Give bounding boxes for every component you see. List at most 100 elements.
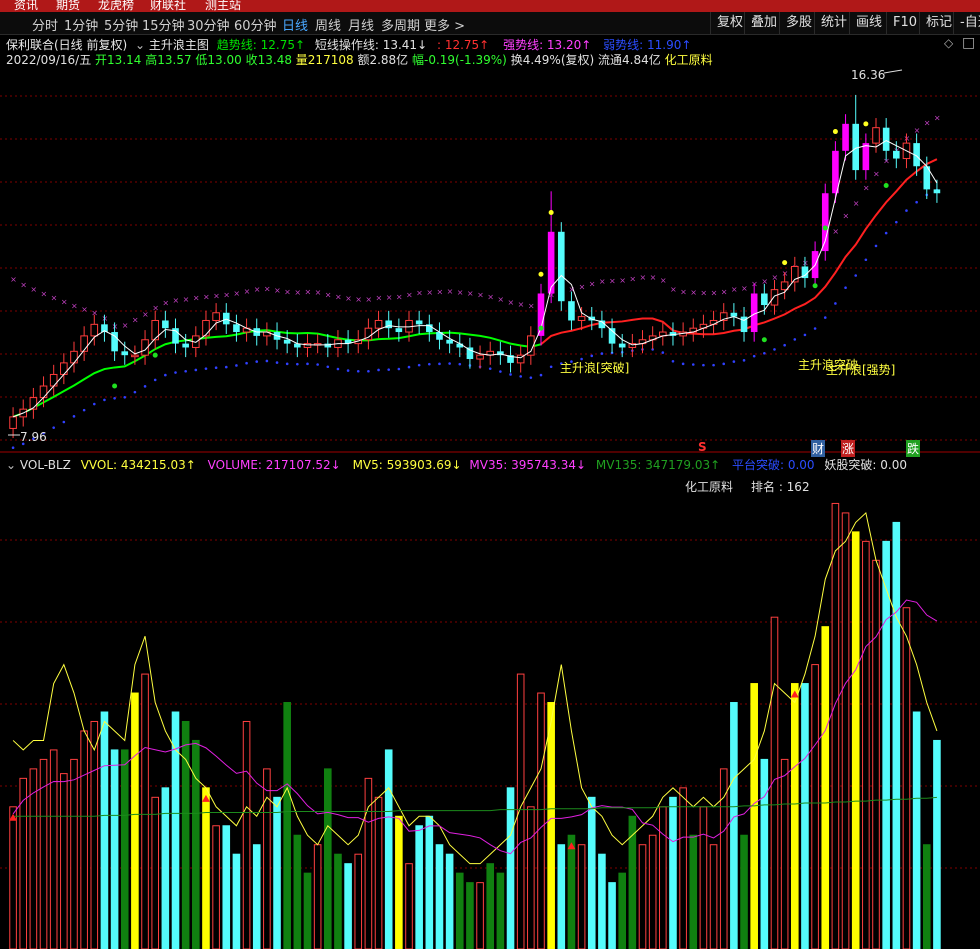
volume-bar: [395, 815, 403, 949]
signal-dot-green: [883, 183, 889, 189]
quote-float: 流通4.84亿: [598, 53, 661, 67]
lower-band-dot: [346, 369, 350, 372]
volume-bar: [587, 796, 596, 949]
volume-bar: [60, 773, 68, 949]
upper-band-mark: ×: [365, 295, 372, 304]
signal-zhang-badge: 涨: [841, 440, 856, 457]
lower-band-dot: [448, 362, 451, 365]
volume-bar: [29, 768, 38, 949]
upper-band-mark: ×: [629, 274, 636, 283]
upper-band-mark: ×: [345, 294, 352, 303]
upper-band-mark: ×: [304, 287, 311, 296]
upper-band-mark: ×: [832, 227, 839, 236]
diamond-icon[interactable]: ◇: [944, 36, 953, 50]
upper-band-mark: ×: [183, 295, 190, 304]
volume-bar: [516, 673, 525, 949]
candle-body: [395, 328, 403, 333]
quote-open: 开13.14: [95, 53, 142, 67]
candle-body: [862, 143, 870, 171]
lower-band-dot: [590, 354, 594, 358]
lower-band-dot: [702, 363, 705, 367]
quote-close: 收13.48: [245, 53, 292, 67]
upper-band-mark: ×: [213, 291, 220, 300]
lower-band-dot: [184, 369, 187, 373]
lower-band-dot: [661, 351, 665, 354]
upper-band-mark: ×: [426, 288, 433, 297]
candle-body: [842, 123, 849, 151]
panel-toggle-icon[interactable]: ⌄: [6, 458, 16, 472]
platform-breakout-value: 平台突破: 0.00: [731, 458, 815, 472]
upper-band-mark: ×: [30, 285, 37, 294]
volume-bar: [679, 787, 687, 949]
volume-bar: [841, 512, 850, 949]
lower-band-dot: [235, 364, 238, 367]
upper-band-mark: ×: [274, 286, 281, 295]
volume-bar: [384, 749, 393, 949]
close-panel-icon[interactable]: □: [962, 35, 975, 51]
lower-band-dot: [204, 367, 208, 370]
upper-band-mark: ×: [508, 298, 515, 307]
volume-bar: [100, 711, 109, 949]
volume-indicator-name[interactable]: VOL-BLZ: [20, 458, 71, 472]
upper-band-mark: ×: [467, 289, 474, 298]
volume-bar: [648, 834, 657, 949]
short-line-value2: : 12.75↑: [436, 38, 490, 52]
quote-turnover: 换4.49%(复权): [510, 53, 595, 67]
indicator-toggle-icon[interactable]: ⌄: [135, 38, 145, 52]
lower-band-dot: [803, 333, 807, 337]
candle-body: [761, 293, 768, 306]
volume-bar: [882, 540, 890, 949]
upper-band-mark: ×: [640, 273, 647, 282]
lower-band-dot: [783, 343, 786, 347]
volume-bar: [49, 749, 58, 949]
upper-band-mark: ×: [132, 316, 139, 325]
volume-bar: [496, 872, 505, 949]
indicator-name[interactable]: 主升浪主图: [149, 38, 209, 52]
lower-band-dot: [336, 367, 340, 371]
sector-rank: 排名 : 162: [751, 480, 810, 494]
lower-band-dot: [712, 363, 715, 367]
volume-bar: [374, 796, 383, 949]
breakout-label: 主升浪[突破]: [560, 361, 630, 375]
upper-band-mark: ×: [680, 287, 687, 296]
volume-bar: [293, 834, 302, 949]
upper-band-mark: ×: [376, 294, 383, 303]
volume-bar: [811, 664, 819, 949]
chart-canvas[interactable]: ×× × × × × × × ×××××× × × × × × × × × × × × × × × × × × × × × × × × × × ×…: [0, 0, 980, 949]
lower-band-dot: [752, 354, 756, 358]
volume-bar: [577, 844, 586, 949]
upper-band-mark: ×: [487, 292, 494, 301]
volume-bar: [110, 749, 119, 949]
lower-band-dot: [732, 360, 736, 363]
volume-bar: [719, 768, 728, 949]
signal-dot-green: [112, 383, 118, 389]
candle-body: [49, 373, 58, 387]
upper-band-mark: ×: [497, 295, 504, 304]
upper-band-mark: ×: [721, 287, 728, 296]
volume-bar: [669, 796, 677, 949]
lower-band-dot: [509, 373, 512, 376]
upper-band-mark: ×: [711, 289, 718, 298]
lower-band-dot: [763, 351, 766, 355]
volume-bar: [892, 521, 901, 949]
signal-dot-green: [761, 337, 767, 343]
lower-band-dot: [539, 373, 543, 377]
trend-line-red: [540, 158, 938, 346]
upper-band-mark: ×: [609, 277, 616, 286]
lower-band-dot: [285, 362, 289, 366]
volume-bar: [141, 673, 149, 949]
upper-band-mark: ×: [203, 292, 210, 301]
lower-band-dot: [813, 327, 817, 330]
volume-bar: [70, 758, 78, 949]
upper-band-mark: ×: [81, 305, 88, 314]
signal-dot-yellow: [548, 210, 554, 216]
volume-bar: [212, 825, 220, 949]
upper-band-mark: ×: [325, 290, 332, 299]
candle-body: [182, 343, 189, 348]
lower-band-dot: [194, 368, 198, 372]
volume-bar: [151, 796, 160, 949]
lower-band-dot: [113, 396, 116, 400]
stock-name: 保利联合(日线 前复权): [6, 38, 128, 52]
upper-band-mark: ×: [700, 289, 707, 298]
volume-bar: [242, 720, 251, 949]
